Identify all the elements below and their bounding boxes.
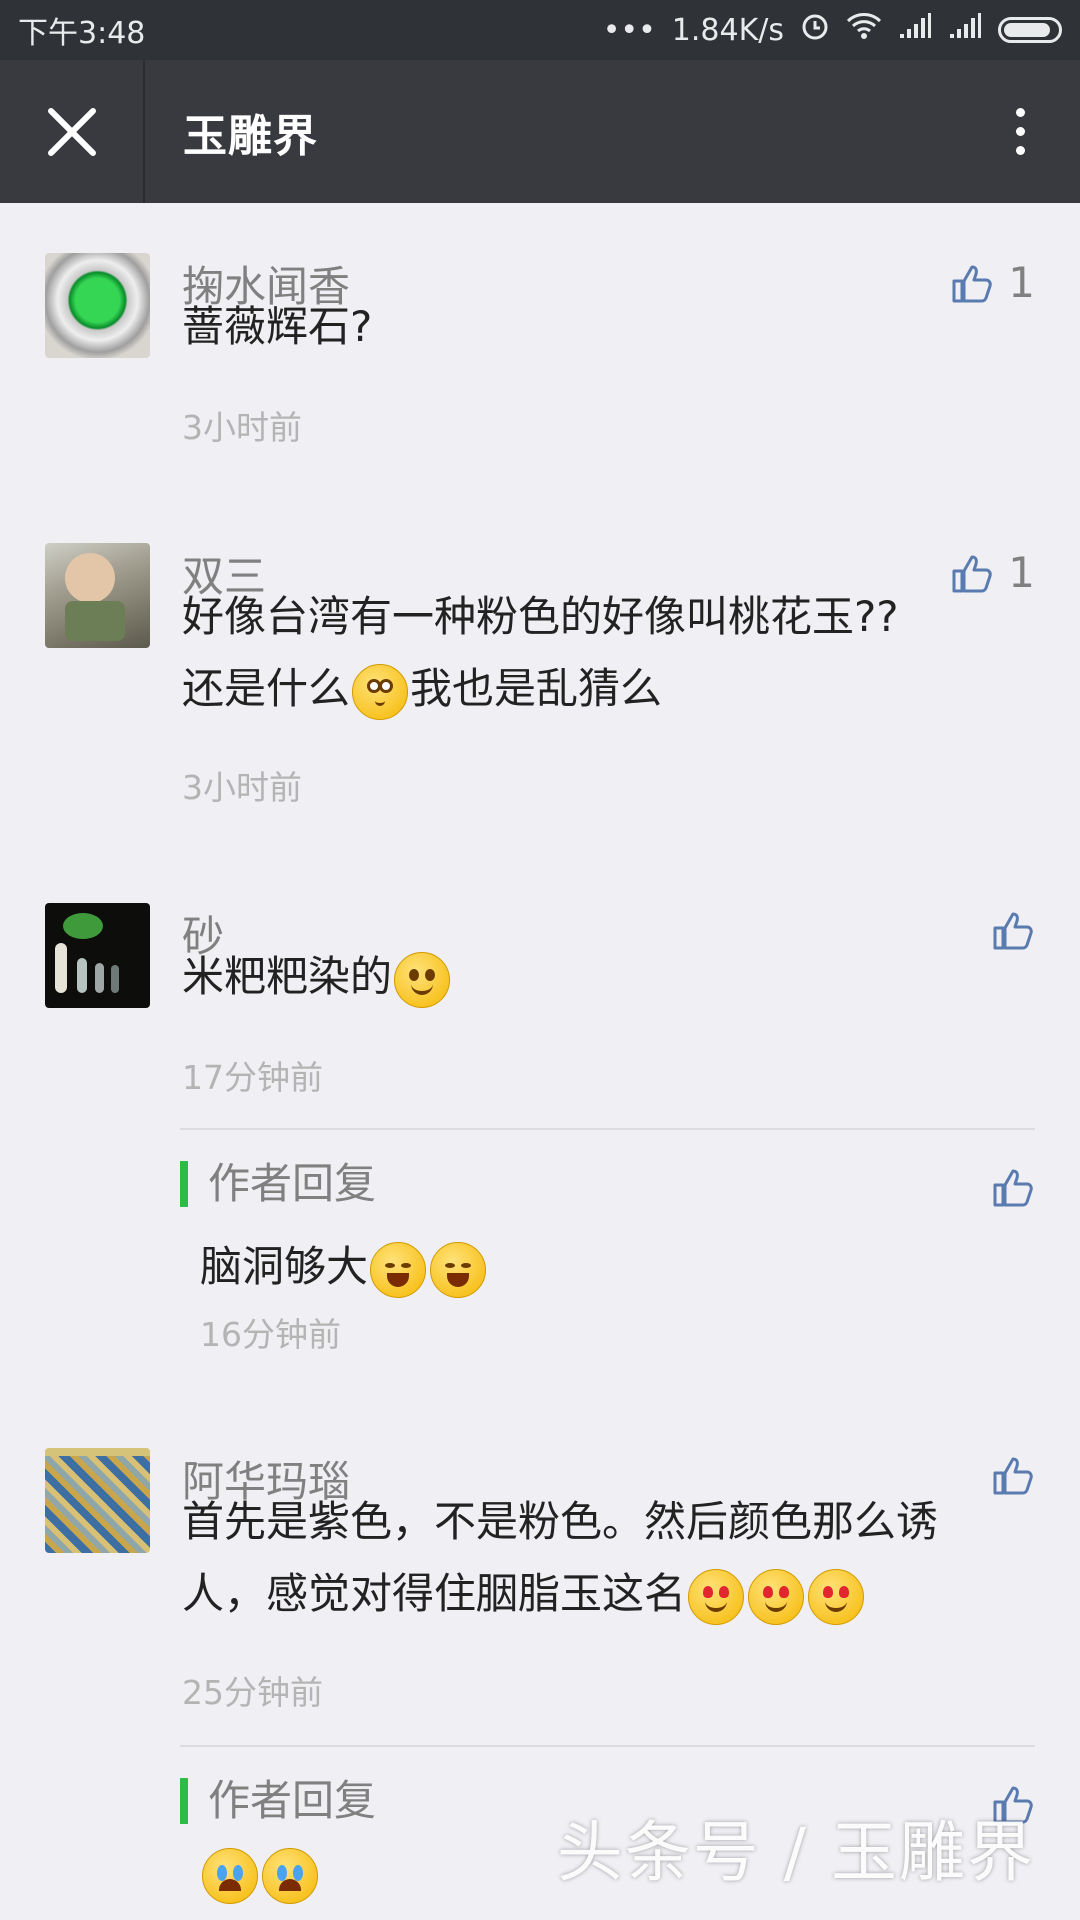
like-button[interactable] <box>991 1165 1035 1209</box>
author-reply-label: 作者回复 <box>180 1161 376 1207</box>
comment-text-line: 人，感觉对得住胭脂玉这名 <box>182 1558 1032 1630</box>
thumbs-up-icon <box>993 1169 1033 1207</box>
comment-time: 3小时前 <box>182 408 302 447</box>
wifi-icon <box>846 12 882 48</box>
comment-text-line: 好像台湾有一种粉色的好像叫桃花玉?? <box>182 592 899 641</box>
comment-text: 蔷薇辉石? <box>182 302 373 351</box>
comment-time: 17分钟前 <box>182 1058 323 1097</box>
page-title: 玉雕界 <box>183 110 318 162</box>
watermark: 头条号 / 玉雕界 <box>556 1814 1035 1891</box>
comment-time: 3小时前 <box>182 768 302 807</box>
comment-text: 米粑粑染的 <box>182 941 1032 1013</box>
author-reply-text <box>200 1848 320 1904</box>
comment-list: 掬水闻香 1 蔷薇辉石? 3小时前 双三 1 好像台湾有一种粉色的好像叫桃花玉?… <box>0 203 1080 1920</box>
status-icons: ••• 1.84K/s <box>603 11 1062 49</box>
avatar[interactable] <box>45 903 150 1008</box>
signal-icon <box>948 12 982 48</box>
crying-emoji-icon <box>262 1848 318 1904</box>
more-dots-icon: ••• <box>602 12 656 48</box>
alarm-icon <box>800 11 830 49</box>
heart-eyes-emoji-icon <box>808 1568 865 1625</box>
divider <box>180 1128 1035 1130</box>
comment-text-line: 首先是紫色，不是粉色。然后颜色那么诱 <box>182 1497 939 1546</box>
status-bar: 下午3:48 ••• 1.84K/s <box>0 0 1080 60</box>
more-vertical-icon <box>1015 108 1025 117</box>
comment-time: 25分钟前 <box>182 1673 323 1712</box>
author-reply-text: 脑洞够大 <box>200 1233 488 1298</box>
more-button[interactable] <box>990 60 1050 203</box>
net-speed: 1.84K/s <box>671 12 784 48</box>
avatar[interactable] <box>45 543 150 648</box>
divider <box>180 1745 1035 1747</box>
close-button[interactable] <box>0 60 145 203</box>
heart-eyes-emoji-icon <box>688 1568 745 1625</box>
smile-emoji-icon <box>394 951 451 1008</box>
laugh-cry-emoji-icon <box>370 1241 427 1298</box>
crying-emoji-icon <box>202 1848 258 1904</box>
heart-eyes-emoji-icon <box>748 1568 805 1625</box>
status-time: 下午3:48 <box>18 16 146 51</box>
signal-icon <box>898 12 932 48</box>
avatar[interactable] <box>45 253 150 358</box>
comment-text: 好像台湾有一种粉色的好像叫桃花玉?? 还是什么 我也是乱猜么 <box>182 581 1032 725</box>
avatar[interactable] <box>45 1448 150 1553</box>
flushed-emoji-icon <box>352 663 409 720</box>
close-icon <box>47 107 96 156</box>
comment-text-line: 还是什么 我也是乱猜么 <box>182 653 1032 725</box>
laugh-cry-emoji-icon <box>430 1241 487 1298</box>
author-reply-label: 作者回复 <box>180 1778 376 1824</box>
author-reply-time: 16分钟前 <box>200 1315 341 1354</box>
title-bar: 玉雕界 <box>0 60 1080 203</box>
battery-icon <box>998 17 1062 43</box>
comment-text: 首先是紫色，不是粉色。然后颜色那么诱 人，感觉对得住胭脂玉这名 <box>182 1486 1032 1630</box>
